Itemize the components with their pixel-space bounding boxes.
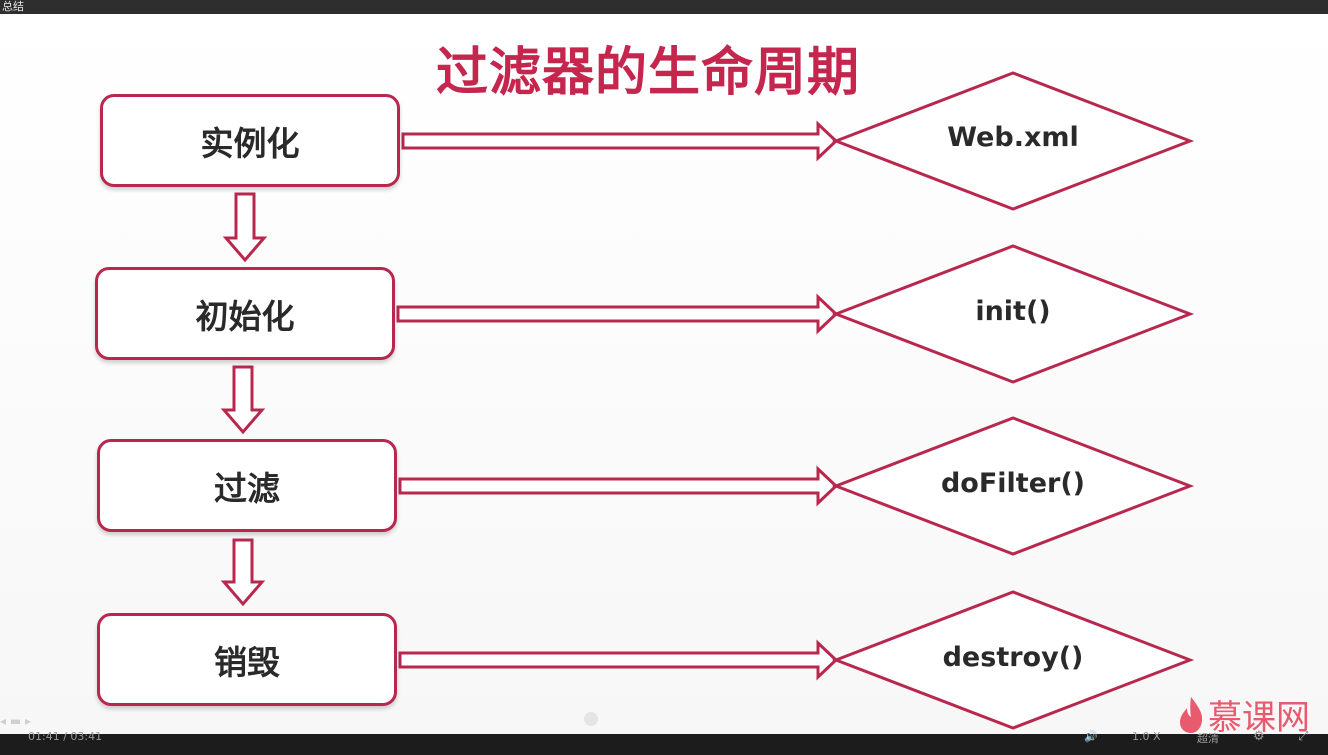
stage-box-init: 初始化 <box>95 267 395 360</box>
down-arrow-1 <box>222 192 268 263</box>
stage-label: 过滤 <box>214 468 280 508</box>
method-label: Web.xml <box>947 122 1079 153</box>
right-arrow-3 <box>398 465 839 507</box>
right-arrow-2 <box>396 293 839 335</box>
method-label: destroy() <box>942 642 1084 673</box>
playback-time: 01:41 / 03:41 <box>28 730 103 743</box>
slide: 过滤器的生命周期 实例化 初始化 过滤 销毁 Web.xml init() do… <box>0 14 1328 734</box>
stage-box-instantiate: 实例化 <box>100 94 400 187</box>
window-title: 总结 <box>2 0 24 13</box>
stage-box-filter: 过滤 <box>97 439 397 532</box>
method-label: init() <box>975 296 1051 327</box>
settings-icon[interactable]: ⚙ <box>1253 729 1265 744</box>
speed-button[interactable]: 1.0 X <box>1132 730 1161 743</box>
stage-label: 实例化 <box>200 123 300 163</box>
right-arrow-4 <box>398 639 839 681</box>
right-arrow-1 <box>401 120 839 162</box>
window-title-bar: 总结 <box>0 0 1328 14</box>
down-arrow-3 <box>220 538 266 607</box>
stage-label: 销毁 <box>214 642 280 682</box>
stage-box-destroy: 销毁 <box>97 613 397 706</box>
stage-label: 初始化 <box>195 296 295 336</box>
video-control-bar: 01:41 / 03:41 🔊 1.0 X 超清 ⚙ ⤢ <box>0 729 1328 755</box>
down-arrow-2 <box>220 365 266 435</box>
quality-button[interactable]: 超清 <box>1197 730 1219 746</box>
progress-knob[interactable] <box>584 712 598 726</box>
method-label: doFilter() <box>940 468 1086 499</box>
fullscreen-icon[interactable]: ⤢ <box>1298 729 1308 744</box>
volume-icon[interactable]: 🔊 <box>1084 730 1098 743</box>
slide-nav-icons[interactable]: ◂ ▬ ▸ <box>0 714 31 728</box>
flame-logo-icon <box>1180 696 1203 733</box>
